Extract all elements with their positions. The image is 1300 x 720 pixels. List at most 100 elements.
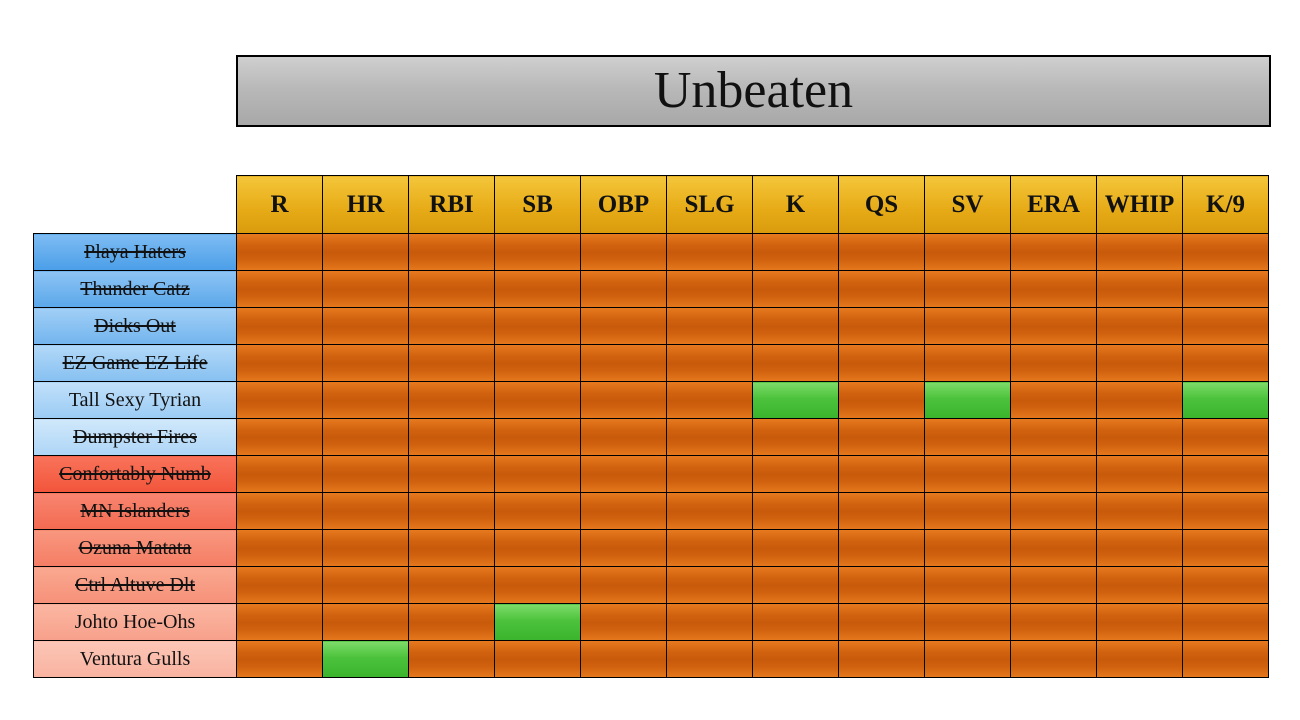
stat-cell bbox=[666, 603, 753, 641]
stat-cell bbox=[666, 307, 753, 345]
category-header: ERA bbox=[1010, 175, 1097, 234]
stat-cell bbox=[1010, 640, 1097, 678]
stat-cell bbox=[408, 233, 495, 271]
stat-cell bbox=[1010, 270, 1097, 308]
stat-cell bbox=[666, 492, 753, 530]
stat-cell bbox=[838, 566, 925, 604]
team-name-cell: Johto Hoe-Ohs bbox=[33, 603, 237, 641]
team-row: Playa Haters bbox=[33, 233, 1269, 271]
stat-cell bbox=[236, 603, 323, 641]
stat-cell bbox=[924, 418, 1011, 456]
stat-cell bbox=[580, 270, 667, 308]
team-name-cell: EZ Game EZ Life bbox=[33, 344, 237, 382]
stat-cell bbox=[1096, 492, 1183, 530]
stat-cell bbox=[408, 344, 495, 382]
stat-cell bbox=[1096, 307, 1183, 345]
stat-cell bbox=[838, 492, 925, 530]
stat-cell bbox=[580, 455, 667, 493]
stat-cell bbox=[408, 492, 495, 530]
stat-cell bbox=[838, 418, 925, 456]
stat-cell bbox=[1182, 344, 1269, 382]
stat-cell bbox=[924, 233, 1011, 271]
team-row: Dumpster Fires bbox=[33, 418, 1269, 456]
stat-cell bbox=[838, 640, 925, 678]
stat-cell bbox=[752, 455, 839, 493]
stat-cell bbox=[666, 418, 753, 456]
stat-cell bbox=[408, 381, 495, 419]
stat-cell bbox=[1010, 418, 1097, 456]
stat-cell bbox=[236, 529, 323, 567]
header-row: R HR RBI SB OBP SLG K QS SV ERA WHIP K/9 bbox=[34, 175, 1269, 234]
stat-cell bbox=[494, 270, 581, 308]
team-name: Ctrl Altuve Dlt bbox=[75, 573, 195, 596]
team-name: Dicks Out bbox=[94, 314, 176, 337]
team-name: Ventura Gulls bbox=[79, 647, 191, 670]
category-header: HR bbox=[322, 175, 409, 234]
category-header: SB bbox=[494, 175, 581, 234]
stat-cell bbox=[322, 233, 409, 271]
stat-cell bbox=[1010, 233, 1097, 271]
team-row: Johto Hoe-Ohs bbox=[33, 603, 1269, 641]
stat-cell bbox=[838, 529, 925, 567]
stat-cell bbox=[1182, 529, 1269, 567]
stat-cell bbox=[1182, 418, 1269, 456]
stat-cell bbox=[494, 492, 581, 530]
stat-cell bbox=[752, 529, 839, 567]
stat-cell bbox=[1182, 270, 1269, 308]
stat-cell bbox=[322, 381, 409, 419]
stat-cell bbox=[580, 381, 667, 419]
stat-cell bbox=[752, 307, 839, 345]
unbeaten-cell bbox=[322, 640, 409, 678]
category-header: QS bbox=[838, 175, 925, 234]
unbeaten-grid: R HR RBI SB OBP SLG K QS SV ERA WHIP K/9… bbox=[33, 175, 1269, 678]
stat-cell bbox=[1010, 381, 1097, 419]
team-name-cell: Ventura Gulls bbox=[33, 640, 237, 678]
stat-cell bbox=[494, 418, 581, 456]
stat-cell bbox=[752, 418, 839, 456]
stat-cell bbox=[924, 603, 1011, 641]
stat-cell bbox=[838, 307, 925, 345]
stat-cell bbox=[236, 307, 323, 345]
stat-cell bbox=[580, 640, 667, 678]
stat-cell bbox=[494, 344, 581, 382]
team-name-cell: Tall Sexy Tyrian bbox=[33, 381, 237, 419]
stat-cell bbox=[838, 603, 925, 641]
stat-cell bbox=[924, 566, 1011, 604]
stat-cell bbox=[924, 529, 1011, 567]
stat-cell bbox=[838, 455, 925, 493]
category-header: WHIP bbox=[1096, 175, 1183, 234]
stat-cell bbox=[1010, 529, 1097, 567]
stat-cell bbox=[1096, 418, 1183, 456]
team-name: Playa Haters bbox=[84, 240, 186, 263]
stat-cell bbox=[408, 640, 495, 678]
team-row: Ozuna Matata bbox=[33, 529, 1269, 567]
stat-cell bbox=[322, 566, 409, 604]
team-row: Confortably Numb bbox=[33, 455, 1269, 493]
stat-cell bbox=[236, 344, 323, 382]
team-name-cell: Playa Haters bbox=[33, 233, 237, 271]
stat-cell bbox=[494, 566, 581, 604]
stat-cell bbox=[236, 233, 323, 271]
stat-cell bbox=[236, 566, 323, 604]
stat-cell bbox=[408, 529, 495, 567]
stat-cell bbox=[752, 270, 839, 308]
stat-cell bbox=[1096, 381, 1183, 419]
stat-cell bbox=[1010, 492, 1097, 530]
stat-cell bbox=[580, 418, 667, 456]
stat-cell bbox=[236, 381, 323, 419]
page-title: Unbeaten bbox=[653, 62, 854, 119]
stat-cell bbox=[666, 640, 753, 678]
stat-cell bbox=[236, 640, 323, 678]
team-name-cell: Ozuna Matata bbox=[33, 529, 237, 567]
stat-cell bbox=[322, 455, 409, 493]
stat-cell bbox=[1010, 307, 1097, 345]
team-row: Dicks Out bbox=[33, 307, 1269, 345]
stat-cell bbox=[236, 418, 323, 456]
stat-cell bbox=[1096, 270, 1183, 308]
stat-cell bbox=[666, 566, 753, 604]
stat-cell bbox=[752, 492, 839, 530]
category-header: K bbox=[752, 175, 839, 234]
category-header: K/9 bbox=[1182, 175, 1269, 234]
stat-cell bbox=[236, 455, 323, 493]
team-name: Tall Sexy Tyrian bbox=[68, 388, 202, 411]
